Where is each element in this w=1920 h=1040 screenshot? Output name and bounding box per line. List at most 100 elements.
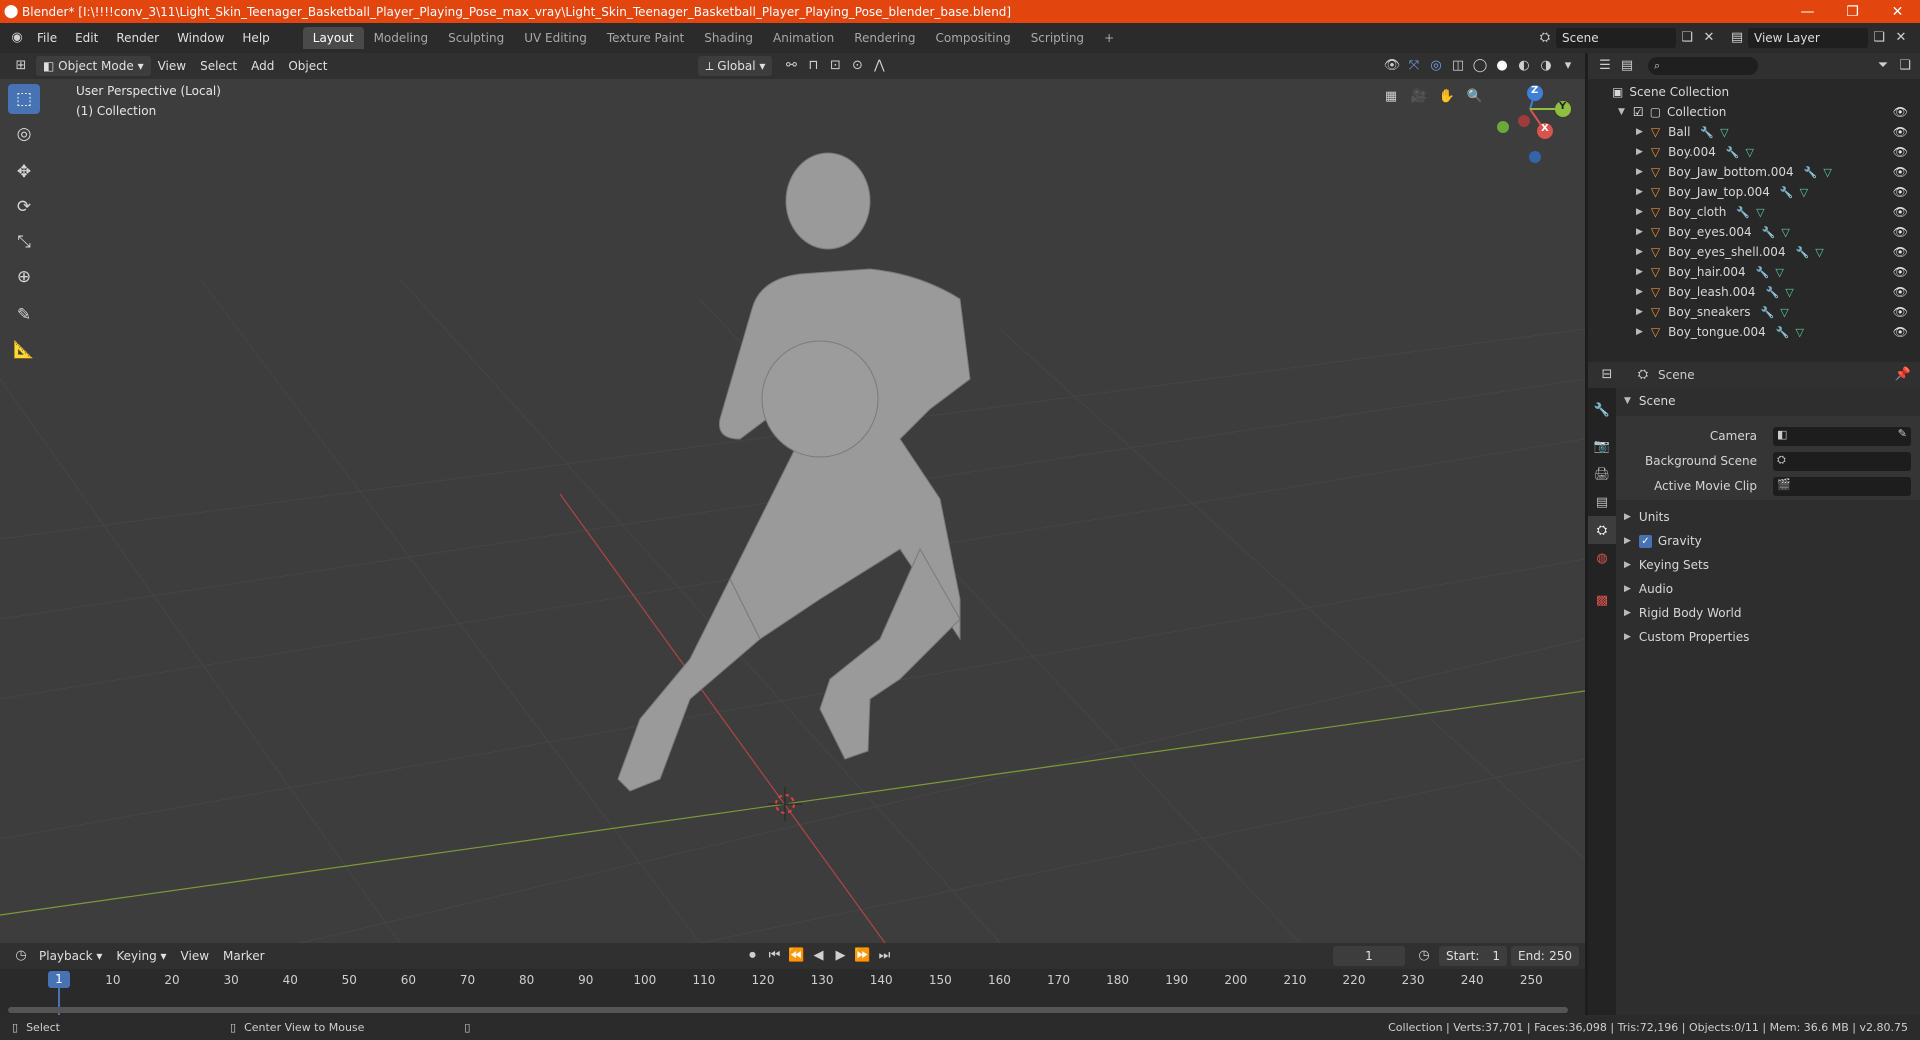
add-workspace-button[interactable]: +: [1094, 27, 1124, 49]
menu-select[interactable]: Select: [193, 59, 244, 73]
expand-arrow-icon[interactable]: ▶: [1636, 327, 1643, 337]
menu-file[interactable]: File: [28, 27, 66, 49]
filter-icon[interactable]: ⏷: [1872, 56, 1894, 76]
menu-view[interactable]: View: [151, 59, 193, 73]
outliner-item[interactable]: ▶ ▽ Boy_cloth 🔧 ▽ 👁: [1588, 202, 1920, 222]
mesh-data-icon[interactable]: ▽: [1756, 206, 1764, 219]
delete-scene-icon[interactable]: ✕: [1698, 28, 1720, 48]
outliner-item[interactable]: ▶ ▽ Boy_eyes.004 🔧 ▽ 👁: [1588, 222, 1920, 242]
mesh-data-icon[interactable]: ▽: [1781, 226, 1789, 239]
modifier-wrench-icon[interactable]: 🔧: [1780, 186, 1794, 199]
shading-options-icon[interactable]: ▾: [1557, 56, 1579, 76]
menu-marker[interactable]: Marker: [216, 949, 271, 963]
cursor-tool-icon[interactable]: ◎: [8, 119, 40, 149]
expand-arrow-icon[interactable]: ▶: [1636, 207, 1643, 217]
new-scene-icon[interactable]: ❏: [1676, 28, 1698, 48]
outliner-item[interactable]: ▶ ▽ Boy_eyes_shell.004 🔧 ▽ 👁: [1588, 242, 1920, 262]
start-frame-field[interactable]: Start: 1: [1439, 946, 1507, 966]
snap-icon[interactable]: ⊓: [802, 56, 824, 76]
grid-toggle-icon[interactable]: ▦: [1380, 87, 1402, 107]
tab-texture-paint[interactable]: Texture Paint: [597, 27, 694, 49]
expand-arrow-icon[interactable]: ▶: [1636, 167, 1643, 177]
annotate-tool-icon[interactable]: ✎: [8, 300, 40, 330]
rotate-tool-icon[interactable]: ⟳: [8, 192, 40, 222]
tab-rendering[interactable]: Rendering: [844, 27, 925, 49]
rigid-body-world-panel[interactable]: ▶ Rigid Body World: [1624, 606, 1741, 620]
modifier-wrench-icon[interactable]: 🔧: [1804, 166, 1818, 179]
modifier-wrench-icon[interactable]: 🔧: [1762, 226, 1776, 239]
mesh-data-icon[interactable]: ▽: [1800, 186, 1808, 199]
tab-layout[interactable]: Layout: [302, 27, 364, 49]
new-view-layer-icon[interactable]: ❏: [1868, 28, 1890, 48]
tab-shading[interactable]: Shading: [694, 27, 763, 49]
menu-object[interactable]: Object: [281, 59, 334, 73]
object-mode-dropdown[interactable]: ◧ Object Mode ▾: [36, 56, 151, 76]
camera-field[interactable]: ◧ ✎: [1773, 427, 1911, 446]
menu-window[interactable]: Window: [168, 27, 233, 49]
jump-keyframe-forward-icon[interactable]: ⏩: [852, 946, 874, 966]
outliner-item[interactable]: ▶ ▽ Boy_hair.004 🔧 ▽ 👁: [1588, 262, 1920, 282]
world-tab-icon[interactable]: ◍: [1588, 544, 1616, 572]
jump-start-icon[interactable]: ⏮: [764, 946, 786, 966]
xray-icon[interactable]: ◫: [1447, 56, 1469, 76]
outliner-item[interactable]: ▶ ▽ Boy.004 🔧 ▽ 👁: [1588, 142, 1920, 162]
new-collection-icon[interactable]: ❏: [1894, 56, 1916, 76]
outliner-item[interactable]: ▶ ▽ Boy_sneakers 🔧 ▽ 👁: [1588, 302, 1920, 322]
timeline-scrollbar[interactable]: [8, 1007, 1568, 1013]
pan-hand-icon[interactable]: ✋: [1436, 87, 1458, 107]
measure-tool-icon[interactable]: 📐: [8, 335, 40, 365]
eye-icon[interactable]: 👁: [1893, 145, 1908, 159]
tab-compositing[interactable]: Compositing: [925, 27, 1020, 49]
3d-viewport[interactable]: Z X Y User Perspective (Local) (1) Colle…: [0, 79, 1585, 943]
3d-cursor[interactable]: [768, 787, 802, 821]
menu-help[interactable]: Help: [233, 27, 278, 49]
properties-editor-type-icon[interactable]: ⊟: [1596, 365, 1618, 385]
expand-arrow-icon[interactable]: ▶: [1636, 247, 1643, 257]
play-icon[interactable]: ▶: [830, 946, 852, 966]
falloff-icon[interactable]: ⋀: [868, 56, 890, 76]
display-mode-icon[interactable]: ▤: [1616, 56, 1638, 76]
jump-end-icon[interactable]: ⏭: [874, 946, 896, 966]
modifier-wrench-icon[interactable]: 🔧: [1700, 126, 1714, 139]
eye-icon[interactable]: 👁: [1893, 285, 1908, 299]
eye-icon[interactable]: 👁: [1893, 105, 1908, 119]
minimize-button[interactable]: —: [1785, 4, 1830, 20]
tab-uv-editing[interactable]: UV Editing: [514, 27, 597, 49]
background-scene-field[interactable]: ⛭: [1773, 452, 1911, 471]
outliner-item[interactable]: ▶ ▽ Boy_Jaw_top.004 🔧 ▽ 👁: [1588, 182, 1920, 202]
tab-modeling[interactable]: Modeling: [364, 27, 439, 49]
mesh-data-icon[interactable]: ▽: [1720, 126, 1728, 139]
material-shading-icon[interactable]: ◐: [1513, 56, 1535, 76]
scene-tab-icon[interactable]: ⛭: [1588, 516, 1616, 544]
menu-keying[interactable]: Keying ▾: [109, 949, 173, 963]
blender-menu-icon[interactable]: ◉: [6, 28, 28, 48]
custom-properties-panel[interactable]: ▶ Custom Properties: [1624, 630, 1749, 644]
expand-arrow-icon[interactable]: ▶: [1636, 127, 1643, 137]
tool-tab-icon[interactable]: 🔧: [1588, 396, 1616, 424]
expand-arrow-icon[interactable]: ▶: [1636, 227, 1643, 237]
modifier-wrench-icon[interactable]: 🔧: [1796, 246, 1810, 259]
eye-icon[interactable]: 👁: [1893, 185, 1908, 199]
eye-icon[interactable]: 👁: [1893, 205, 1908, 219]
scene-selector[interactable]: Scene: [1556, 28, 1676, 48]
outliner-item[interactable]: ▶ ▽ Ball 🔧 ▽ 👁: [1588, 122, 1920, 142]
eye-icon[interactable]: 👁: [1893, 245, 1908, 259]
modifier-wrench-icon[interactable]: 🔧: [1761, 306, 1775, 319]
eye-icon[interactable]: 👁: [1893, 125, 1908, 139]
mesh-data-icon[interactable]: ▽: [1775, 266, 1783, 279]
units-panel[interactable]: ▶ Units: [1624, 510, 1670, 524]
eye-icon[interactable]: 👁: [1893, 265, 1908, 279]
gizmo-icon[interactable]: ⤧: [1403, 56, 1425, 76]
gravity-checkbox[interactable]: ✓: [1638, 534, 1652, 548]
play-reverse-icon[interactable]: ◀: [808, 946, 830, 966]
current-frame-field[interactable]: 1: [1333, 946, 1405, 966]
close-button[interactable]: ✕: [1875, 4, 1920, 20]
gravity-panel[interactable]: ▶ ✓ Gravity: [1624, 534, 1702, 548]
jump-keyframe-back-icon[interactable]: ⏪: [786, 946, 808, 966]
scale-tool-icon[interactable]: ⤡: [8, 227, 40, 257]
outliner-search-input[interactable]: ⌕: [1648, 57, 1758, 75]
modifier-wrench-icon[interactable]: 🔧: [1726, 146, 1740, 159]
expand-arrow-icon[interactable]: ▶: [1636, 147, 1643, 157]
timeline-body[interactable]: 10 20 30 40 50 60 70 80 90 100 110 120 130 140 150 160 1…: [0, 969, 1585, 1015]
transform-tool-icon[interactable]: ⊕: [8, 262, 40, 292]
